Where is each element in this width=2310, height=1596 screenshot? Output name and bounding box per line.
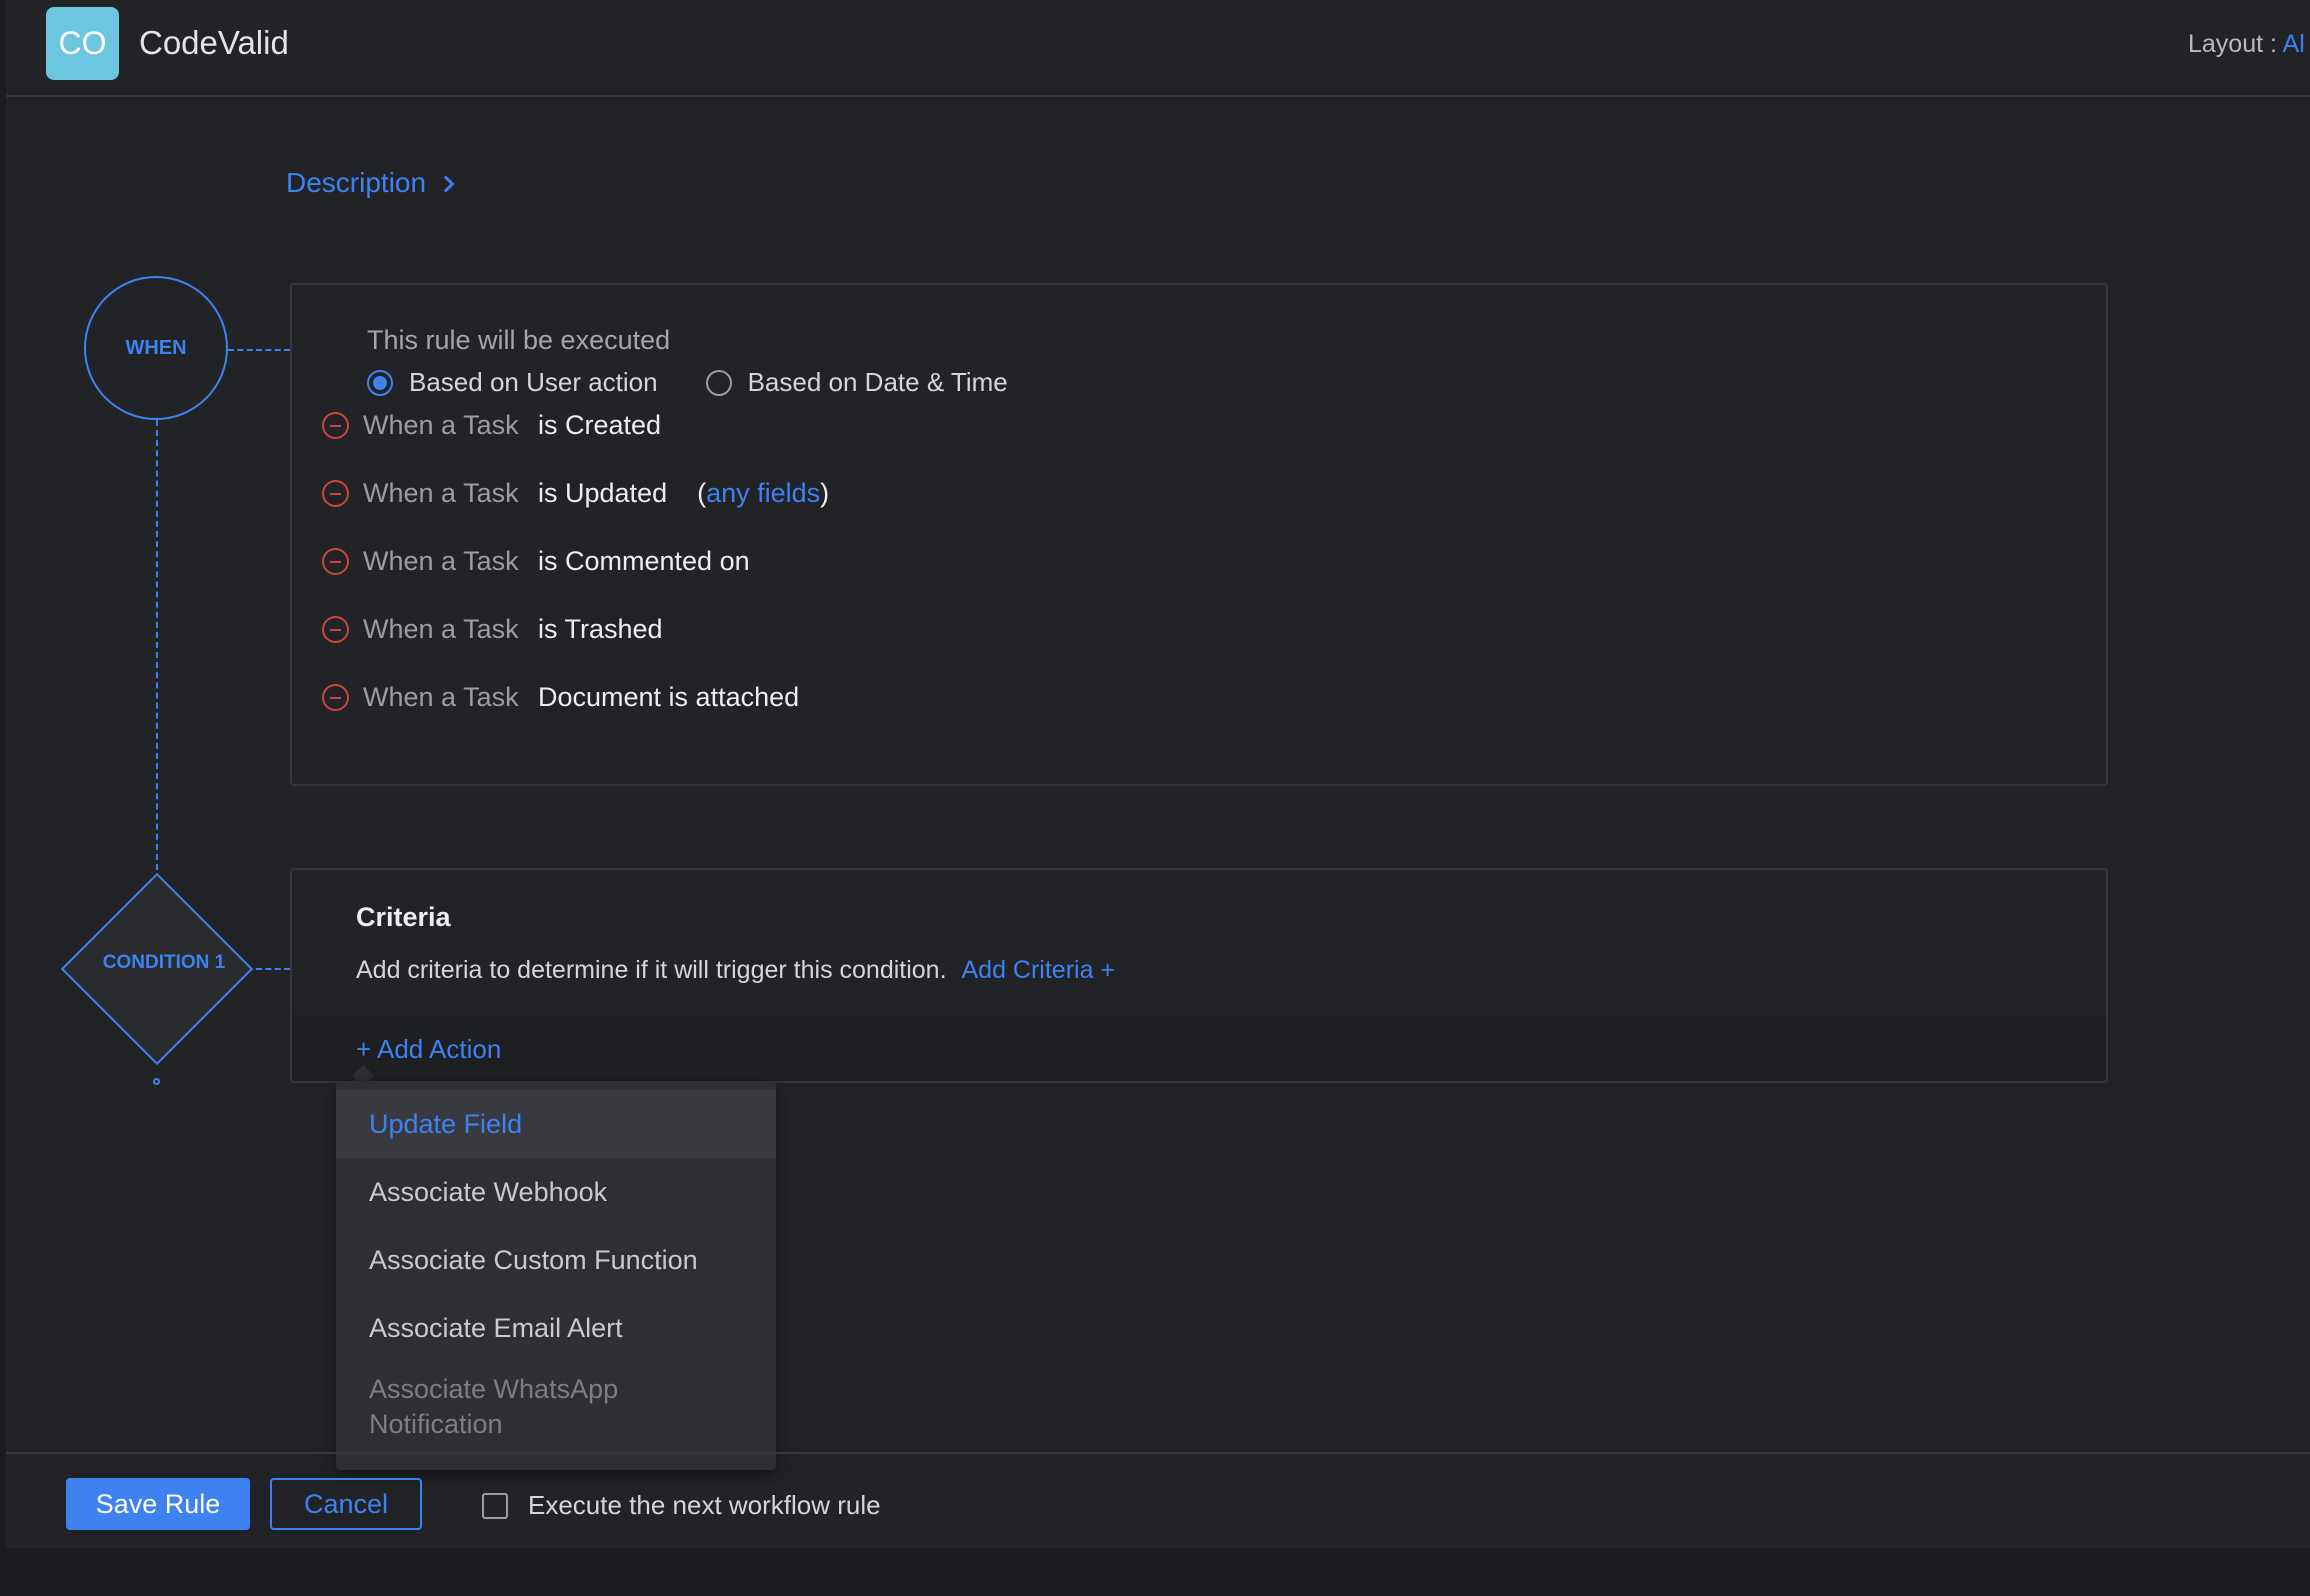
app-avatar: CO — [46, 7, 119, 80]
when-connector — [228, 349, 290, 351]
condition-card: Criteria Add criteria to determine if it… — [290, 868, 2108, 1083]
radio-label: Based on User action — [409, 367, 658, 397]
criteria-description: Add criteria to determine if it will tri… — [356, 956, 1115, 985]
menu-item-associate-whatsapp: Associate WhatsApp Notification — [369, 1374, 619, 1439]
menu-item-associate-webhook[interactable]: Associate Webhook — [336, 1158, 776, 1226]
trigger-paren-open: ( — [697, 478, 707, 508]
trigger-subject: When a Task — [363, 478, 519, 508]
rule-execution-title: This rule will be executed — [367, 325, 671, 355]
header: CO CodeValid Layout : Al — [6, 0, 2310, 97]
trigger-row: When a Task Document is attached — [322, 682, 799, 713]
remove-circle-icon[interactable] — [322, 616, 349, 643]
when-node: WHEN — [84, 276, 228, 420]
criteria-text: Add criteria to determine if it will tri… — [356, 956, 947, 984]
radio-label: Based on Date & Time — [747, 367, 1008, 397]
menu-item-associate-email-alert[interactable]: Associate Email Alert — [336, 1294, 776, 1362]
remove-circle-icon[interactable] — [322, 684, 349, 711]
trigger-row: When a Task is Trashed — [322, 614, 663, 645]
layout-value[interactable]: Al — [2283, 30, 2305, 58]
save-rule-button[interactable]: Save Rule — [66, 1478, 250, 1530]
trigger-row: When a Task is Created — [322, 410, 661, 441]
execute-next-option[interactable]: Execute the next workflow rule — [482, 1490, 881, 1521]
action-strip — [292, 1015, 2106, 1081]
trigger-event: is Trashed — [538, 614, 663, 644]
trigger-subject: When a Task — [363, 614, 519, 644]
layout-selector[interactable]: Layout : Al — [2188, 30, 2305, 59]
trigger-event: is Updated — [538, 478, 668, 508]
radio-checked-icon[interactable] — [367, 369, 393, 396]
workflow-rule-editor: CO CodeValid Layout : Al Description WHE… — [6, 0, 2310, 1548]
condition-node-label: CONDITION 1 — [102, 952, 226, 973]
execute-next-label: Execute the next workflow rule — [528, 1490, 881, 1520]
flow-connector — [156, 420, 158, 870]
trigger-paren-close: ) — [820, 478, 830, 508]
footer: Save Rule Cancel Execute the next workfl… — [6, 1452, 2310, 1548]
connector-dot — [153, 1078, 160, 1085]
trigger-subject: When a Task — [363, 410, 519, 440]
condition-connector — [256, 968, 290, 970]
app-title: CodeValid — [139, 24, 289, 61]
criteria-title: Criteria — [356, 902, 451, 932]
description-label: Description — [286, 167, 427, 198]
radio-user-action[interactable]: Based on User action — [367, 367, 658, 398]
cancel-button[interactable]: Cancel — [270, 1478, 422, 1530]
trigger-event: is Created — [538, 410, 662, 440]
trigger-row: When a Task is Commented on — [322, 546, 750, 577]
remove-circle-icon[interactable] — [322, 412, 349, 439]
when-card: This rule will be executed Based on User… — [290, 283, 2108, 786]
execute-next-checkbox[interactable] — [482, 1492, 508, 1519]
menu-item-associate-custom-function[interactable]: Associate Custom Function — [336, 1226, 776, 1294]
remove-circle-icon[interactable] — [322, 548, 349, 575]
any-fields-link[interactable]: any fields — [706, 478, 820, 509]
chevron-right-icon — [437, 175, 455, 193]
trigger-subject: When a Task — [363, 546, 519, 576]
trigger-event: is Commented on — [538, 546, 750, 576]
remove-circle-icon[interactable] — [322, 480, 349, 507]
radio-unchecked-icon[interactable] — [705, 369, 732, 396]
add-criteria-link[interactable]: Add Criteria + — [961, 956, 1115, 984]
action-dropdown-menu: Update Field Associate Webhook Associate… — [336, 1082, 776, 1470]
radio-date-time[interactable]: Based on Date & Time — [705, 367, 1008, 398]
trigger-subject: When a Task — [363, 682, 519, 712]
execution-type-radio-group: Based on User action Based on Date & Tim… — [367, 367, 1008, 398]
description-link[interactable]: Description — [286, 167, 455, 199]
trigger-row: When a Task is Updated ( any fields ) — [322, 478, 829, 509]
menu-item-update-field[interactable]: Update Field — [336, 1090, 776, 1158]
layout-label: Layout : — [2188, 30, 2277, 58]
when-node-label: WHEN — [125, 336, 187, 359]
add-action-link[interactable]: + Add Action — [356, 1034, 501, 1065]
trigger-event: Document is attached — [538, 682, 800, 712]
